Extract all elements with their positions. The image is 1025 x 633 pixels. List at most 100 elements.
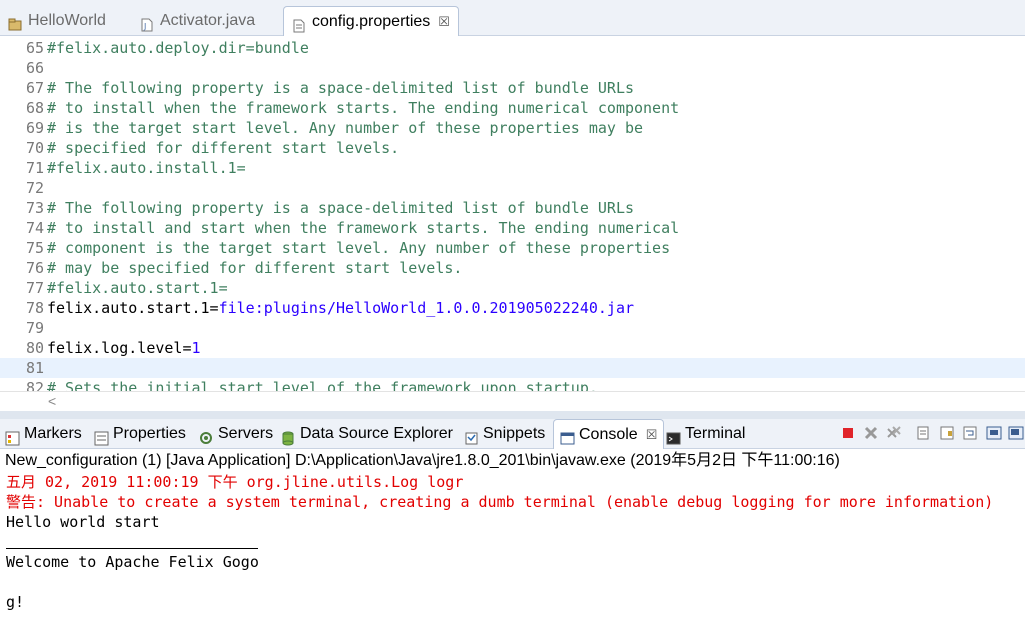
code-line[interactable]: 69 # is the target start level. Any numbe…	[0, 118, 1025, 138]
console-line: Welcome to Apache Felix Gogo	[6, 553, 259, 571]
editor-tab-config-properties[interactable]: config.properties ☒	[283, 6, 459, 37]
line-number: 81	[25, 359, 44, 377]
property-line: felix.log.level=1	[47, 338, 201, 358]
comment-text: # component is the target start level. A…	[47, 239, 671, 257]
line-number: 67	[25, 79, 44, 97]
console-line: Hello world start	[6, 513, 160, 531]
properties-file-icon	[292, 15, 306, 33]
tab-label: Snippets	[483, 425, 546, 442]
line-number: 70	[25, 139, 44, 157]
console-separator	[6, 548, 258, 549]
tab-data-source-explorer[interactable]: Data Source Explorer	[281, 419, 453, 449]
tab-properties[interactable]: Properties	[94, 419, 186, 449]
editor-tab-label: HelloWorld	[28, 12, 106, 29]
editor-tab-activator[interactable]: J Activator.java	[140, 6, 255, 36]
line-number: 74	[25, 219, 44, 237]
property-key: felix.log.level=	[47, 339, 192, 357]
comment-text: # is the target start level. Any number …	[47, 119, 644, 137]
line-number: 71	[25, 159, 44, 177]
tab-servers[interactable]: Servers	[199, 419, 273, 449]
code-line[interactable]: 77 #felix.auto.start.1=	[0, 278, 1025, 298]
code-line[interactable]: 74 # to install and start when the framew…	[0, 218, 1025, 238]
word-wrap-icon[interactable]	[961, 424, 979, 442]
tab-label: Markers	[24, 425, 82, 442]
line-number: 79	[25, 319, 44, 337]
code-line[interactable]: 65 #felix.auto.deploy.dir=bundle	[0, 38, 1025, 58]
java-file-icon: J	[140, 14, 154, 32]
property-line: felix.auto.start.1=file:plugins/HelloWor…	[47, 298, 634, 318]
scroll-left-icon[interactable]: <	[48, 393, 56, 409]
code-line[interactable]: 81	[0, 358, 1025, 378]
comment-text: #felix.auto.install.1=	[47, 159, 246, 177]
editor-tab-label: config.properties	[312, 13, 431, 30]
code-line[interactable]: 70 # specified for different start levels…	[0, 138, 1025, 158]
svg-text:J: J	[143, 22, 146, 31]
close-icon[interactable]: ☒	[438, 8, 450, 36]
scroll-lock-icon[interactable]	[938, 424, 956, 442]
clear-console-icon[interactable]	[915, 424, 933, 442]
line-number: 72	[25, 179, 44, 197]
remove-launch-icon[interactable]	[862, 424, 880, 442]
terminate-icon[interactable]	[839, 424, 857, 442]
editor-tab-bar: HelloWorld J Activator.java config.prope…	[0, 0, 1025, 37]
close-icon[interactable]: ☒	[646, 420, 658, 450]
tab-label: Data Source Explorer	[300, 425, 453, 442]
code-line[interactable]: 66	[0, 58, 1025, 78]
property-key: felix.auto.start.1=	[47, 299, 219, 317]
code-line[interactable]: 71 #felix.auto.install.1=	[0, 158, 1025, 178]
comment-text: # The following property is a space-deli…	[47, 79, 634, 97]
code-editor[interactable]: 65 #felix.auto.deploy.dir=bundle 66 67 # The…	[0, 36, 1025, 393]
properties-view-icon	[94, 427, 109, 445]
console-output[interactable]: 五月 02, 2019 11:00:19 下午 org.jline.utils.…	[0, 472, 1025, 633]
line-number: 68	[25, 99, 44, 117]
pin-console-icon[interactable]	[985, 424, 1003, 442]
display-selected-console-icon[interactable]	[1007, 424, 1025, 442]
line-number: 75	[25, 239, 44, 257]
comment-text: # The following property is a space-deli…	[47, 199, 634, 217]
horizontal-scrollbar[interactable]: <	[0, 391, 1025, 412]
line-number: 69	[25, 119, 44, 137]
code-line[interactable]: 79	[0, 318, 1025, 338]
editor-tab-helloworld[interactable]: HelloWorld	[8, 6, 106, 36]
code-line[interactable]: 80 felix.log.level=1	[0, 338, 1025, 358]
tab-label: Properties	[113, 425, 186, 442]
line-number: 65	[25, 39, 44, 57]
editor-tab-label: Activator.java	[160, 12, 256, 29]
console-line: 五月 02, 2019 11:00:19 下午 org.jline.utils.…	[6, 473, 464, 491]
line-number: 78	[25, 299, 44, 317]
code-line[interactable]: 75 # component is the target start level.…	[0, 238, 1025, 258]
markers-icon	[5, 427, 20, 445]
console-line: 警告: Unable to create a system terminal, …	[6, 493, 994, 511]
tab-terminal[interactable]: Terminal	[666, 419, 745, 449]
code-line[interactable]: 73 # The following property is a space-de…	[0, 198, 1025, 218]
panel-splitter[interactable]	[0, 411, 1025, 419]
remove-all-terminated-icon[interactable]	[885, 424, 903, 442]
line-number: 76	[25, 259, 44, 277]
snippets-icon	[464, 427, 479, 444]
terminal-icon	[666, 427, 681, 444]
line-number: 73	[25, 199, 44, 217]
property-value: 1	[191, 339, 201, 357]
servers-icon	[199, 427, 214, 444]
line-number: 80	[25, 339, 44, 357]
line-number: 66	[25, 59, 44, 77]
tab-snippets[interactable]: Snippets	[464, 419, 545, 449]
comment-text: # specified for different start levels.	[47, 139, 400, 157]
comment-text: # to install when the framework starts. …	[47, 99, 680, 117]
console-icon	[560, 427, 575, 445]
view-tab-bar: Markers Properties Servers Data Source E…	[0, 419, 1025, 449]
console-prompt[interactable]: g!	[6, 592, 24, 612]
tab-markers[interactable]: Markers	[5, 419, 82, 449]
comment-text: #felix.auto.start.1=	[47, 279, 228, 297]
data-source-icon	[281, 427, 296, 445]
comment-text: #felix.auto.deploy.dir=bundle	[47, 39, 309, 57]
tab-label: Terminal	[685, 425, 746, 442]
code-line[interactable]: 76 # may be specified for different start…	[0, 258, 1025, 278]
code-line[interactable]: 67 # The following property is a space-de…	[0, 78, 1025, 98]
code-line[interactable]: 72	[0, 178, 1025, 198]
tab-console[interactable]: Console ☒	[553, 419, 665, 450]
code-line[interactable]: 68 # to install when the framework starts…	[0, 98, 1025, 118]
console-process-label: New_configuration (1) [Java Application]…	[5, 452, 840, 469]
code-line[interactable]: 78 felix.auto.start.1=file:plugins/HelloW…	[0, 298, 1025, 318]
tab-label: Servers	[218, 425, 274, 442]
